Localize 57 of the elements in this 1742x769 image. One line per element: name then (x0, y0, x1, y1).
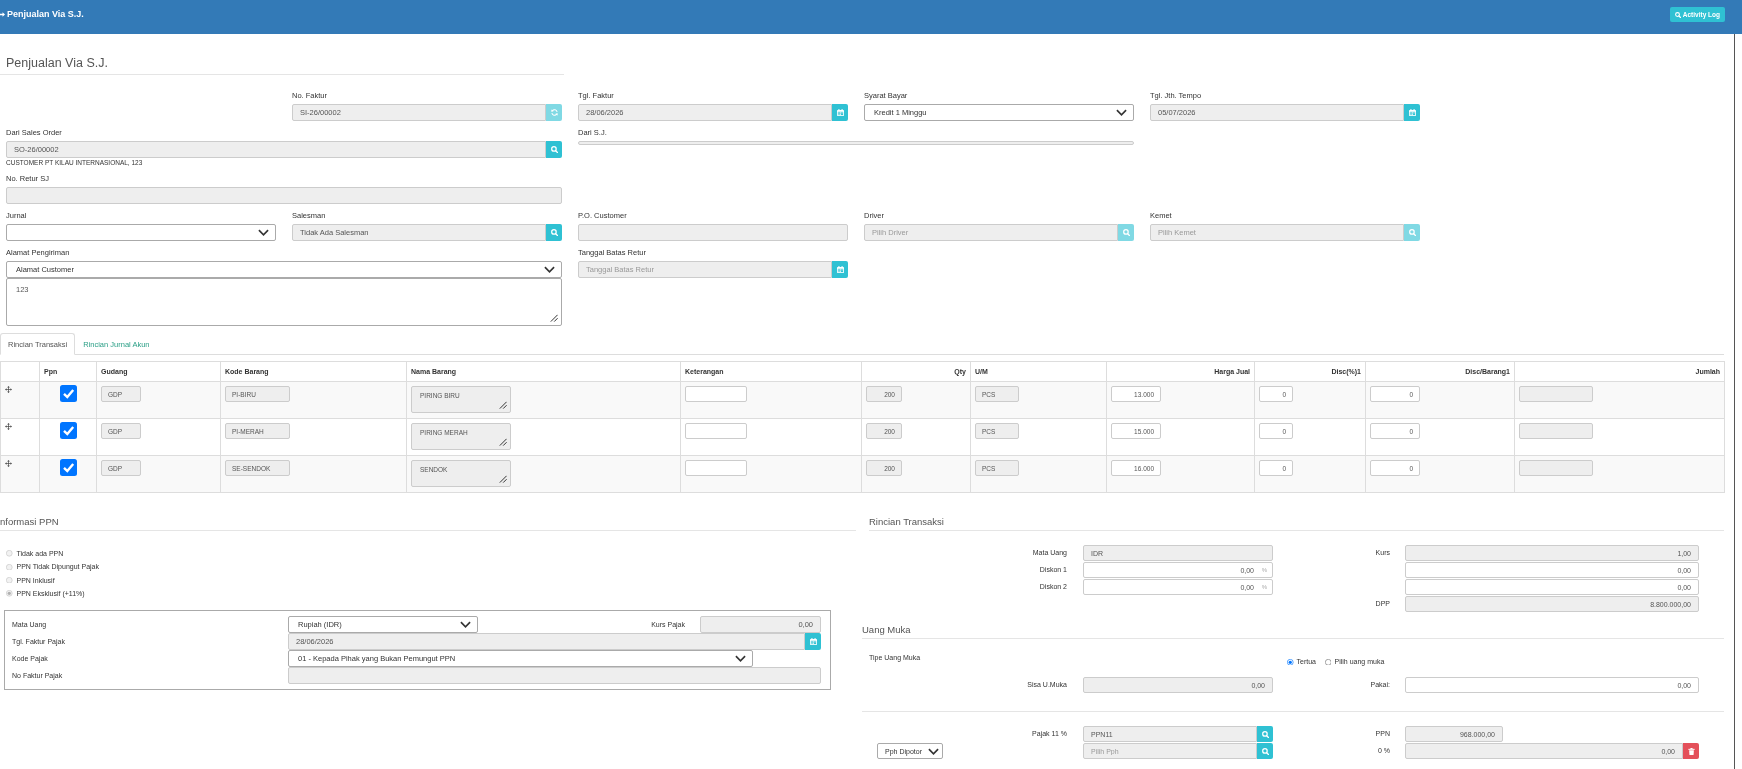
search-icon (1261, 730, 1269, 738)
input-field[interactable] (578, 141, 1134, 145)
input-field[interactable] (1519, 423, 1593, 439)
input-field[interactable] (1519, 460, 1593, 476)
input-field[interactable] (578, 224, 848, 241)
input-field[interactable] (288, 667, 821, 685)
checkbox[interactable] (59, 422, 77, 439)
input-field[interactable] (685, 423, 747, 439)
chevron-down-icon (460, 621, 471, 629)
arrow-right-icon (0, 12, 5, 17)
header-title: Penjualan Via S.J. (7, 8, 84, 21)
move-icon[interactable] (5, 386, 12, 393)
search-button[interactable] (546, 224, 562, 241)
section-heading: Uang Muka (862, 624, 911, 635)
section-heading: nformasi PPN (0, 516, 59, 527)
search-button[interactable] (1257, 726, 1273, 742)
calendar-button[interactable] (832, 261, 848, 278)
search-icon (1408, 229, 1416, 236)
search-button[interactable] (1257, 743, 1273, 759)
page-title: Penjualan Via S.J. (6, 56, 108, 70)
move-icon[interactable] (5, 460, 12, 467)
checkbox[interactable] (59, 385, 77, 402)
section-heading: Rincian Transaksi (869, 516, 944, 527)
resize-grip-icon (499, 438, 507, 446)
dropdown[interactable] (6, 224, 276, 241)
chevron-down-icon (544, 266, 555, 273)
input-field[interactable] (685, 386, 747, 402)
calendar-icon (1408, 109, 1416, 116)
search-icon (1674, 11, 1681, 18)
resize-grip-icon (499, 475, 507, 483)
checkbox[interactable] (59, 459, 77, 476)
calendar-icon (809, 638, 817, 646)
search-icon (1122, 229, 1130, 236)
search-button[interactable] (546, 141, 562, 158)
calendar-button[interactable] (1404, 104, 1420, 121)
search-icon (550, 146, 558, 153)
resize-grip-icon (550, 314, 558, 322)
chevron-down-icon (928, 747, 939, 755)
chevron-down-icon (735, 655, 746, 663)
input-field[interactable] (685, 460, 747, 476)
input-field[interactable] (6, 187, 562, 204)
search-icon (1261, 747, 1269, 755)
input-field[interactable] (1519, 386, 1593, 402)
search-icon (550, 229, 558, 236)
calendar-button[interactable] (805, 633, 821, 651)
move-icon[interactable] (5, 423, 12, 430)
calendar-button[interactable] (832, 104, 848, 121)
radio-button[interactable] (1324, 658, 1332, 666)
resize-grip-icon (499, 401, 507, 409)
chevron-down-icon (258, 229, 269, 236)
trash-icon (1687, 747, 1695, 755)
calendar-icon (836, 266, 844, 273)
chevron-down-icon (1116, 109, 1127, 116)
delete-button[interactable] (1683, 743, 1699, 759)
refresh-icon (550, 109, 558, 116)
radio-button[interactable] (1287, 658, 1294, 666)
calendar-icon (836, 109, 844, 116)
